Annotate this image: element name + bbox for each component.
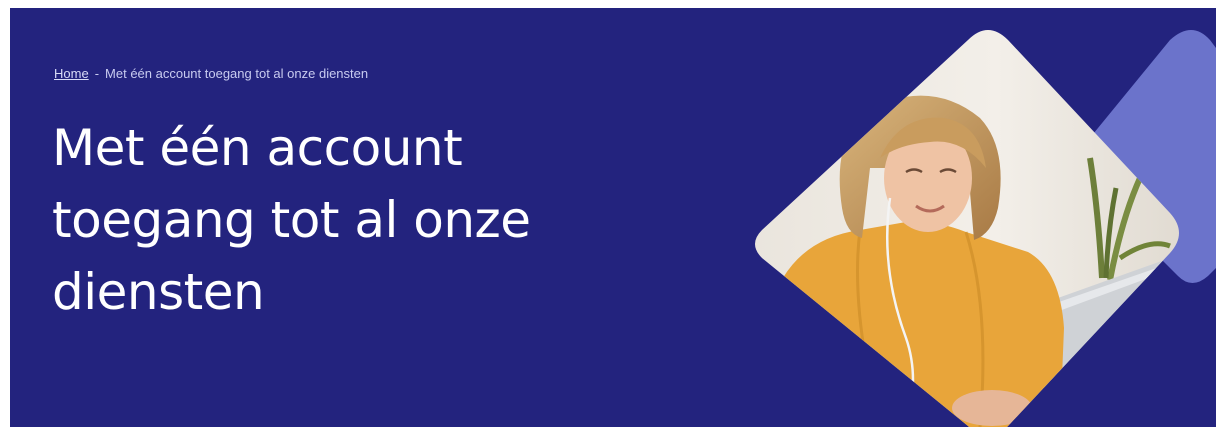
breadcrumb-home-link[interactable]: Home: [54, 66, 89, 81]
hero-frame: Home - Met één account toegang tot al onze…: [10, 8, 1216, 427]
hero-illustration: [755, 30, 1216, 427]
person-hands: [952, 390, 1032, 426]
breadcrumb-current: Met één account toegang tot al onze dien…: [105, 66, 369, 81]
hero-banner: Home - Met één account toegang tot al onze…: [10, 8, 1216, 427]
breadcrumb: Home - Met één account toegang tot al onze…: [54, 66, 368, 81]
hero-photo: [755, 30, 1179, 427]
page-title: Met één account toegang tot al onze dien…: [52, 119, 531, 321]
breadcrumb-separator: -: [94, 66, 100, 81]
